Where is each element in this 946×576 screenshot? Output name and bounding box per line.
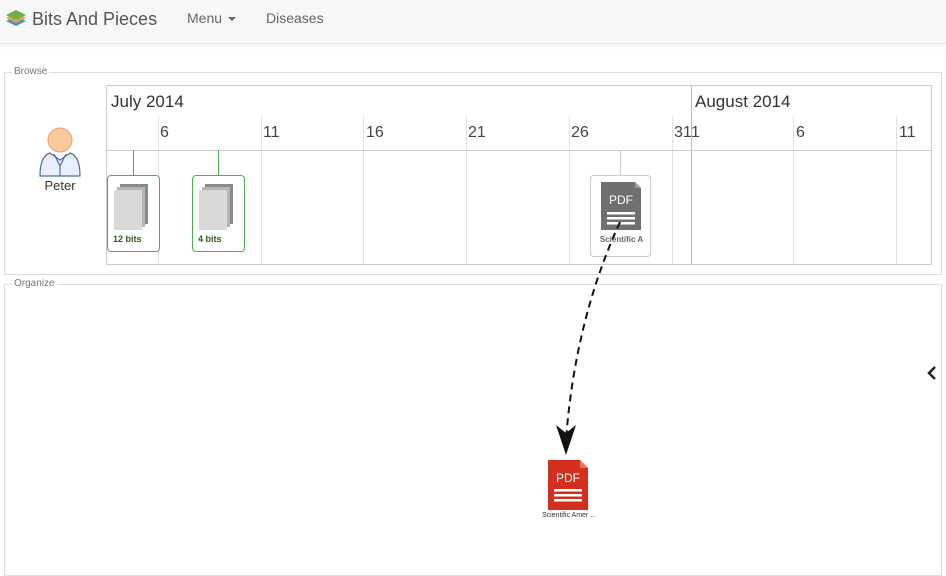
tick-line <box>261 116 262 264</box>
tick-label: 6 <box>796 124 805 141</box>
tick-label: 26 <box>571 124 589 141</box>
bundle-count: 12 bits <box>113 234 142 244</box>
tick-label: 16 <box>366 124 384 141</box>
nav-link-diseases[interactable]: Diseases <box>266 10 324 26</box>
bundle-card[interactable]: 12 bits <box>107 175 160 252</box>
tick-label: 6 <box>160 124 169 141</box>
tick-label: 1 <box>691 124 700 141</box>
tick-line <box>896 116 897 264</box>
document-stem <box>620 150 621 176</box>
pdf-file-icon: PDF <box>601 182 641 230</box>
bundle-stem <box>133 150 134 176</box>
menu-dropdown[interactable]: Menu <box>187 10 237 26</box>
tick-label: 11 <box>263 124 280 141</box>
person-name: Peter <box>44 178 76 193</box>
tick-line <box>363 116 364 264</box>
brand[interactable]: Bits And Pieces <box>4 6 157 32</box>
documents-stack-icon <box>199 184 233 230</box>
browse-legend: Browse <box>12 66 50 77</box>
user-avatar-icon[interactable] <box>36 126 84 178</box>
brand-title: Bits And Pieces <box>32 8 158 29</box>
top-navbar: Bits And Pieces Menu Diseases <box>0 0 946 44</box>
tick-line <box>569 116 570 264</box>
caret-down-icon <box>228 17 237 22</box>
organize-legend: Organize <box>12 278 57 289</box>
menu-label: Menu <box>187 10 223 26</box>
pdf-caption: Scientific Amer ... <box>541 512 597 519</box>
chevron-left-icon[interactable] <box>926 365 938 381</box>
pdf-type-label: PDF <box>556 471 580 485</box>
tick-label: 21 <box>468 124 486 141</box>
bundle-stem <box>218 150 219 176</box>
tick-line <box>466 116 467 264</box>
month-label: July 2014 <box>111 92 184 111</box>
month-divider <box>691 86 692 264</box>
tick-line <box>672 116 673 264</box>
tick-label: 11 <box>899 124 916 141</box>
document-title: Scientific A <box>599 235 644 244</box>
month-label: August 2014 <box>695 92 791 111</box>
document-card[interactable]: PDF Scientific A <box>590 175 651 257</box>
organize-panel <box>4 284 942 576</box>
tick-label: 31 <box>674 124 692 141</box>
documents-stack-icon <box>114 184 148 230</box>
bundle-card[interactable]: 4 bits <box>192 175 245 252</box>
layers-logo-icon <box>6 10 26 26</box>
pdf-file-icon[interactable]: PDF <box>538 458 600 514</box>
timeline-axis <box>107 150 931 151</box>
tick-line <box>793 116 794 264</box>
bundle-count: 4 bits <box>198 234 222 244</box>
timeline[interactable]: July 2014 August 2014 6 11 16 21 26 31 1… <box>106 85 932 265</box>
pdf-type-label: PDF <box>609 193 633 207</box>
